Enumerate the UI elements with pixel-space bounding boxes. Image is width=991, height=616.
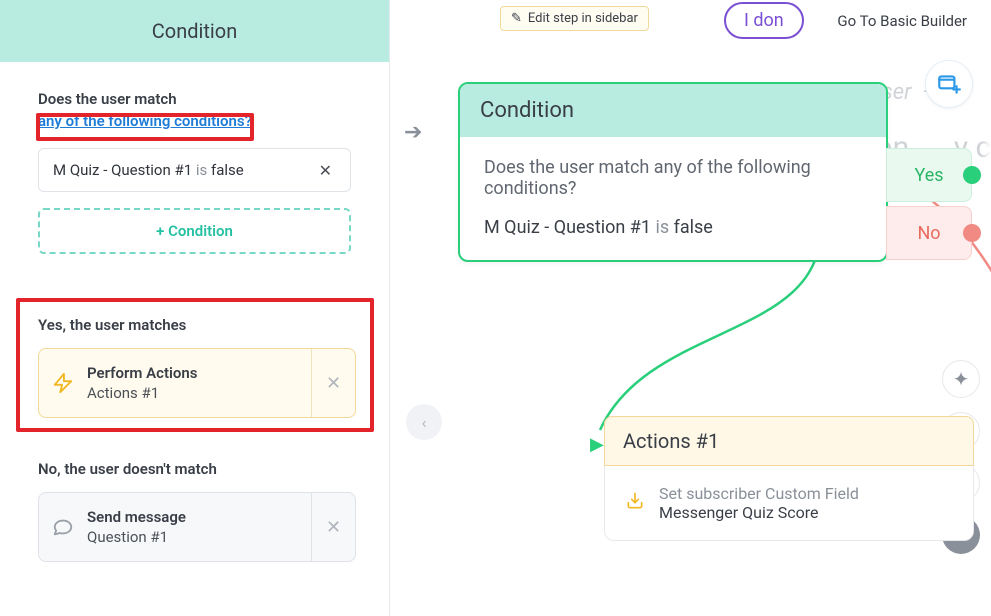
reply-pill[interactable]: I don <box>724 2 804 39</box>
yes-section-label: Yes, the user matches <box>38 316 356 334</box>
sidebar-title: Condition <box>0 0 389 62</box>
edit-step-label: Edit step in sidebar <box>528 11 638 26</box>
add-window-button[interactable] <box>925 60 973 108</box>
actions-line1: Set subscriber Custom Field <box>659 484 859 503</box>
actions-node-title: Actions #1 <box>604 416 974 466</box>
goto-basic-builder-button[interactable]: Go To Basic Builder <box>823 6 981 36</box>
canvas-fade <box>981 0 991 616</box>
message-card-title: Send message <box>87 508 311 526</box>
download-icon <box>625 491 645 515</box>
send-message-card[interactable]: Send message Question #1 ✕ <box>38 492 356 562</box>
branch-no[interactable]: No <box>886 206 972 260</box>
magic-button[interactable]: ✦ <box>942 360 980 398</box>
remove-action-card-icon[interactable]: ✕ <box>311 349 355 417</box>
action-card-title: Perform Actions <box>87 364 311 382</box>
add-condition-button[interactable]: + Condition <box>38 208 351 254</box>
remove-rule-icon[interactable]: ✕ <box>315 157 336 184</box>
condition-node[interactable]: Condition Does the user match any of the… <box>458 82 888 262</box>
no-section-label: No, the user doesn't match <box>38 460 356 478</box>
actions-line2: Messenger Quiz Score <box>659 503 859 522</box>
perform-actions-card[interactable]: Perform Actions Actions #1 ✕ <box>38 348 356 418</box>
branch-yes[interactable]: Yes <box>886 148 972 202</box>
lightning-icon <box>39 349 87 417</box>
flow-canvas[interactable]: ✎ Edit step in sidebar I don Go To Basic… <box>390 0 991 616</box>
condition-node-rule-value: false <box>674 217 713 238</box>
yes-port[interactable] <box>963 166 981 184</box>
yes-connector-arrow: ▶ <box>590 434 604 455</box>
rule-field: M Quiz - Question #1 <box>53 161 192 179</box>
condition-node-question: Does the user match any of the following… <box>484 157 862 199</box>
condition-sidebar: Condition Does the user match any of the… <box>0 0 390 616</box>
actions-node[interactable]: Actions #1 Set subscriber Custom Field M… <box>604 416 974 541</box>
remove-message-card-icon[interactable]: ✕ <box>311 493 355 561</box>
action-card-subtitle: Actions #1 <box>87 384 311 402</box>
pencil-icon: ✎ <box>511 11 522 26</box>
incoming-arrow: ➔ <box>404 120 422 145</box>
edit-step-button[interactable]: ✎ Edit step in sidebar <box>500 6 649 31</box>
condition-node-rule-is: is <box>655 217 669 238</box>
condition-node-title: Condition <box>460 84 886 137</box>
conditions-mode-link[interactable]: any of the following conditions? <box>38 112 351 130</box>
rule-is: is <box>196 161 207 179</box>
canvas-back-button[interactable]: ‹ <box>406 404 442 440</box>
condition-node-rule-field: M Quiz - Question #1 <box>484 217 651 238</box>
no-port[interactable] <box>963 224 981 242</box>
message-icon <box>39 493 87 561</box>
rule-value: false <box>211 161 244 179</box>
message-card-subtitle: Question #1 <box>87 528 311 546</box>
match-label: Does the user match <box>38 90 351 108</box>
condition-rule[interactable]: M Quiz - Question #1 is false ✕ <box>38 148 351 192</box>
